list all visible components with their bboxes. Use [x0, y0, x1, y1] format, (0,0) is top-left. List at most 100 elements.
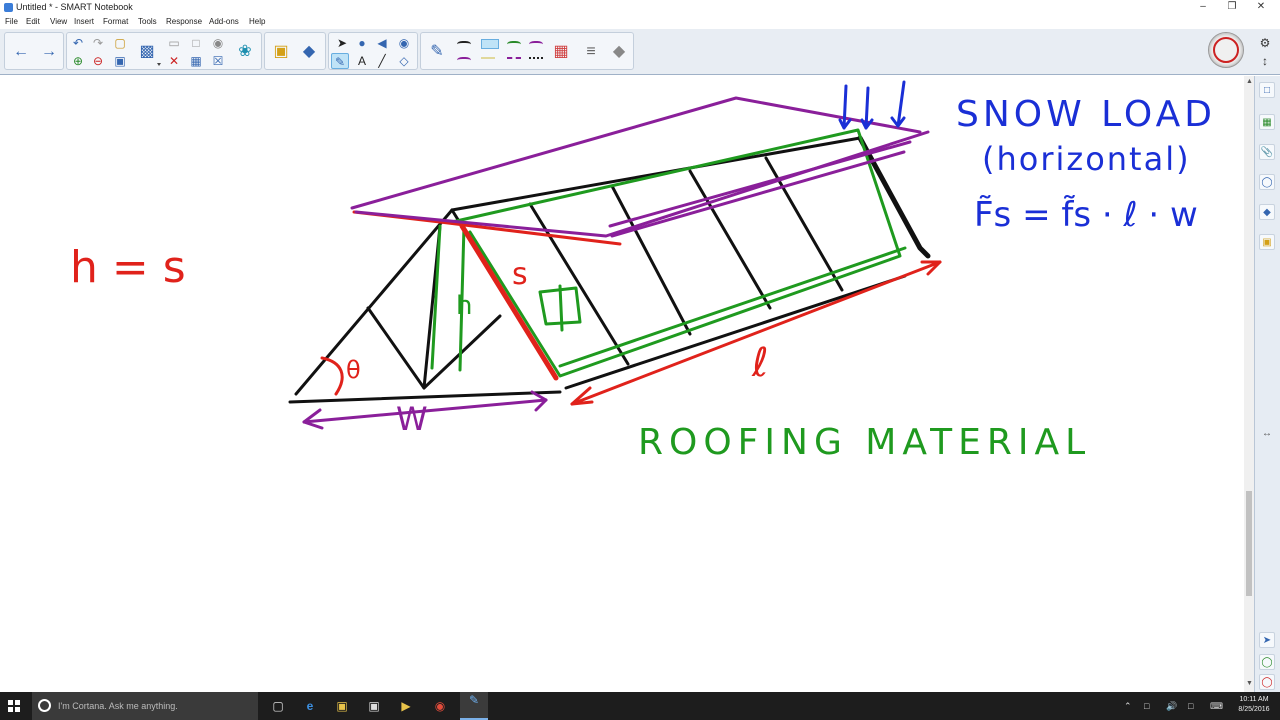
- smart-notebook-taskbar-icon[interactable]: ✎: [460, 692, 488, 720]
- attachments-icon[interactable]: 📎: [1259, 144, 1275, 160]
- previous-page-icon[interactable]: ←: [9, 40, 33, 64]
- menu-bar: File Edit View Insert Format Tools Respo…: [0, 15, 1280, 29]
- table-icon[interactable]: ▦: [187, 53, 205, 69]
- red-tab-icon[interactable]: ◯: [1259, 674, 1275, 690]
- windows-start-icon[interactable]: [8, 700, 20, 712]
- menu-view[interactable]: View: [50, 17, 67, 26]
- system-clock[interactable]: 10:11 AM 8/25/2016: [1232, 695, 1276, 715]
- whiteboard-canvas[interactable]: h = s θ W h s ℓ SNOW LOAD (horizontal) F…: [0, 76, 1244, 692]
- gear-icon[interactable]: ⚙: [1256, 35, 1274, 51]
- document-camera-icon[interactable]: ◉: [209, 35, 227, 51]
- lesson-activity-icon[interactable]: ▣: [269, 40, 293, 64]
- maximize-button[interactable]: ❐: [1225, 1, 1239, 13]
- media-icon[interactable]: ▶: [398, 698, 414, 714]
- title-bar: Untitled * - SMART Notebook – ❐ ✕: [0, 0, 1280, 15]
- screen-capture-icon[interactable]: □: [187, 35, 205, 51]
- pen-styles-group: ✎ ▦ ≡ ◆: [420, 32, 634, 70]
- pen-black-icon[interactable]: [457, 41, 471, 49]
- purple-bottom-slab: [354, 130, 930, 238]
- pen-color-icon[interactable]: ✎: [425, 40, 449, 64]
- screen-shade-icon[interactable]: ▩: [135, 40, 159, 64]
- pens-icon[interactable]: ✎: [331, 53, 349, 69]
- fill-icon[interactable]: ◉: [395, 35, 413, 51]
- vertical-scrollbar[interactable]: ▲ ▼: [1244, 76, 1254, 692]
- menu-tools[interactable]: Tools: [138, 17, 157, 26]
- clear-icon[interactable]: ✕: [165, 53, 183, 69]
- select-icon[interactable]: ➤: [333, 35, 351, 51]
- shape-pen-icon[interactable]: ●: [353, 35, 371, 51]
- pen-tool-icon[interactable]: [1208, 32, 1244, 68]
- scroll-thumb[interactable]: [1246, 491, 1252, 596]
- pen-purple-2-icon[interactable]: [457, 57, 471, 65]
- network-icon[interactable]: □: [1144, 701, 1149, 711]
- minimize-button[interactable]: –: [1196, 1, 1210, 13]
- pen-highlighter-icon[interactable]: [481, 57, 495, 65]
- lesson-activity-tab-icon[interactable]: ▣: [1259, 234, 1275, 250]
- clock-date: 8/25/2016: [1238, 706, 1270, 713]
- gadget-icon[interactable]: ◆: [297, 40, 321, 64]
- clear-page-icon[interactable]: ☒: [209, 53, 227, 69]
- window-title: Untitled * - SMART Notebook: [16, 2, 133, 12]
- eraser-icon[interactable]: ◀: [373, 35, 391, 51]
- label-s: s: [512, 257, 528, 292]
- scroll-up-icon[interactable]: ▲: [1246, 78, 1253, 85]
- purple-top-slab: [350, 96, 922, 210]
- open-file-icon[interactable]: ▢: [111, 35, 129, 51]
- menu-file[interactable]: File: [5, 17, 18, 26]
- action-center-icon[interactable]: □: [1188, 701, 1193, 711]
- collapse-sidebar-icon[interactable]: ↔: [1259, 426, 1275, 442]
- pen-blue-icon[interactable]: [481, 39, 499, 49]
- snow-load-title: SNOW LOAD: [956, 94, 1216, 135]
- gallery-icon[interactable]: ▦: [1259, 114, 1275, 130]
- delete-page-icon[interactable]: ⊖: [89, 53, 107, 69]
- transparency-icon[interactable]: ◆: [607, 40, 631, 64]
- text-icon[interactable]: A: [353, 53, 371, 69]
- cortana-search-box[interactable]: I'm Cortana. Ask me anything.: [32, 692, 258, 720]
- menu-addons[interactable]: Add-ons: [209, 17, 239, 26]
- line-icon[interactable]: ╱: [373, 53, 391, 69]
- menu-format[interactable]: Format: [103, 17, 128, 26]
- next-page-icon[interactable]: →: [37, 40, 61, 64]
- page-sorter-icon[interactable]: □: [1259, 82, 1275, 98]
- pen-dotted-icon[interactable]: [529, 57, 543, 65]
- snow-arrow-3: [890, 80, 906, 128]
- menu-help[interactable]: Help: [249, 17, 265, 26]
- keyboard-icon[interactable]: ⌨: [1210, 701, 1223, 712]
- response-icon[interactable]: ❀: [233, 40, 257, 64]
- snow-force-formula: F̃s = f̃s · ℓ · w: [974, 195, 1198, 235]
- truss-left-rafter: [294, 208, 454, 396]
- chevron-down-icon[interactable]: [157, 63, 161, 66]
- paste-icon[interactable]: ▭: [165, 35, 183, 51]
- task-view-icon[interactable]: ▢: [270, 698, 286, 714]
- red-angle-arc: [320, 356, 344, 396]
- close-button[interactable]: ✕: [1254, 1, 1268, 13]
- clock-time: 10:11 AM: [1239, 696, 1269, 703]
- undo-icon[interactable]: ↶: [69, 35, 87, 51]
- pen-green-icon[interactable]: [507, 41, 521, 49]
- tools-group: ➤ ● ◀ ◉ ✎ A ╱ ◇: [328, 32, 418, 70]
- color-palette-icon[interactable]: ▦: [549, 40, 573, 64]
- properties-icon[interactable]: ◯: [1259, 174, 1275, 190]
- menu-edit[interactable]: Edit: [26, 17, 40, 26]
- redo-icon[interactable]: ↷: [89, 35, 107, 51]
- chrome-icon[interactable]: ◉: [432, 698, 448, 714]
- volume-icon[interactable]: 🔊: [1166, 701, 1177, 712]
- store-icon[interactable]: ▣: [366, 698, 382, 714]
- label-h: h: [456, 291, 472, 321]
- add-ons-icon[interactable]: ◆: [1259, 204, 1275, 220]
- arrow-tab-icon[interactable]: ➤: [1259, 632, 1275, 648]
- scroll-down-icon[interactable]: ▼: [1246, 680, 1253, 687]
- file-explorer-icon[interactable]: ▣: [334, 698, 350, 714]
- tray-chevron-icon[interactable]: ⌃: [1124, 701, 1132, 712]
- add-page-icon[interactable]: ⊕: [69, 53, 87, 69]
- menu-response[interactable]: Response: [166, 17, 202, 26]
- green-tab-icon[interactable]: ◯: [1259, 654, 1275, 670]
- save-icon[interactable]: ▣: [111, 53, 129, 69]
- shape-icon[interactable]: ◇: [395, 53, 413, 69]
- edge-browser-icon[interactable]: e: [302, 698, 318, 714]
- pen-dashed-icon[interactable]: [507, 57, 521, 65]
- line-width-icon[interactable]: ≡: [579, 40, 603, 64]
- pen-purple-icon[interactable]: [529, 41, 543, 49]
- move-toolbar-icon[interactable]: ↕: [1256, 53, 1274, 69]
- menu-insert[interactable]: Insert: [74, 17, 94, 26]
